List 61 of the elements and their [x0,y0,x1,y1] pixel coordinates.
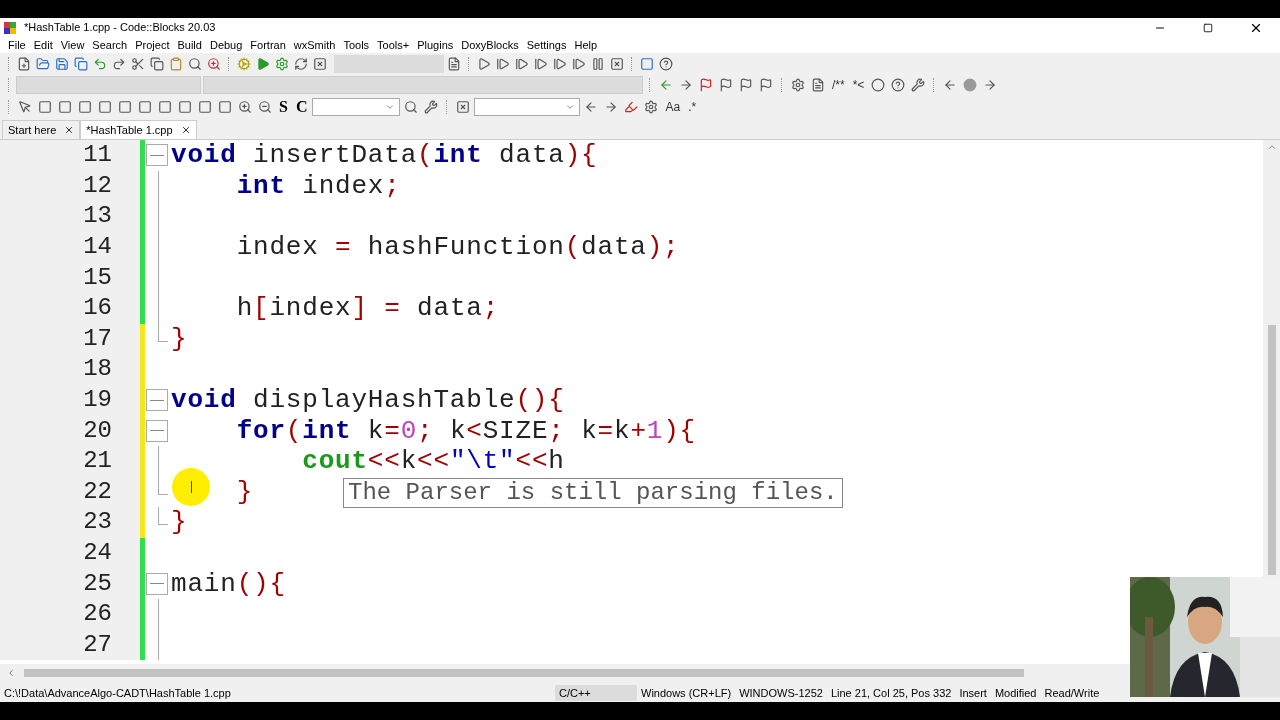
status-field: C/C++ [555,685,637,701]
line-number: 16 [83,296,112,321]
editor-tab[interactable]: *HashTable 1.cpp [80,120,197,139]
code-line: } [171,325,188,352]
menu-item[interactable]: Build [173,36,206,54]
menu-item[interactable]: Tools [339,36,374,54]
code-line: main(){ [171,570,286,597]
menu-item[interactable]: Help [570,36,602,54]
editor-tab[interactable]: Start here [2,120,81,139]
code-line: void displayHashTable(){ [171,387,565,414]
menu-item[interactable]: File [4,36,30,54]
line-number: 13 [83,204,112,229]
line-number: 12 [83,173,112,198]
window-title: *HashTable 1.cpp - Code::Blocks 20.03 [24,20,216,36]
menu-item[interactable]: Debug [205,36,247,54]
code-line: for(int k=0; k<SIZE; k=k+1){ [236,417,696,444]
code-line: cout<<k<<"\t"<<h [302,448,565,475]
tooltip: The Parser is still parsing files. [343,478,843,508]
code-line: void insertData(int data){ [171,142,598,169]
line-number: 22 [83,479,112,504]
code-line: } [171,509,188,536]
status-field: Read/Write [1040,685,1104,701]
menu-item[interactable]: Settings [522,36,571,54]
menu-item[interactable]: wxSmith [289,36,340,54]
menu-item[interactable]: Tools+ [373,36,414,54]
menu-item[interactable]: View [56,36,89,54]
menu-item[interactable]: Plugins [413,36,458,54]
line-number: 25 [83,571,112,596]
menu-item[interactable]: DoxyBlocks [457,36,523,54]
line-number: 26 [83,602,112,627]
menu-item[interactable]: Search [88,36,132,54]
comment-block-tool[interactable]: /** [829,75,848,94]
code-line: h[index] = data; [236,295,500,322]
line-number: 24 [83,541,112,565]
status-field: Windows (CR+LF) [637,685,736,701]
line-number: 11 [83,143,112,168]
status-field: Insert [955,685,991,701]
line-number: 19 [83,388,112,413]
menu-item[interactable]: Project [131,36,174,54]
line-number: 18 [83,357,112,382]
line-number: 27 [83,632,112,657]
status-field: C:\!Data\AdvanceAlgo-CADT\HashTable 1.cpp [0,685,555,701]
menu-item[interactable]: Fortran [246,36,290,54]
code-line: } [236,478,254,505]
regex-tool[interactable]: .* [685,97,700,116]
status-field: Line 21, Col 25, Pos 332 [826,685,956,701]
line-number: 15 [83,265,112,290]
c-tool[interactable]: C [292,94,311,119]
line-number: 20 [83,418,112,443]
line-number: 17 [83,326,112,351]
comment-line-tool[interactable]: *< [849,75,868,94]
line-number: 21 [83,449,112,474]
code-line: index = hashFunction(data); [236,234,680,261]
line-number: 23 [83,510,112,535]
status-field: WINDOWS-1252 [735,685,827,701]
code-line: int index; [236,172,401,199]
line-number: 14 [83,235,112,260]
status-field: Modified [990,685,1041,701]
s-tool[interactable]: S [276,94,291,119]
match-case-tool[interactable]: Aa [662,97,684,116]
menu-item[interactable]: Edit [29,36,57,54]
